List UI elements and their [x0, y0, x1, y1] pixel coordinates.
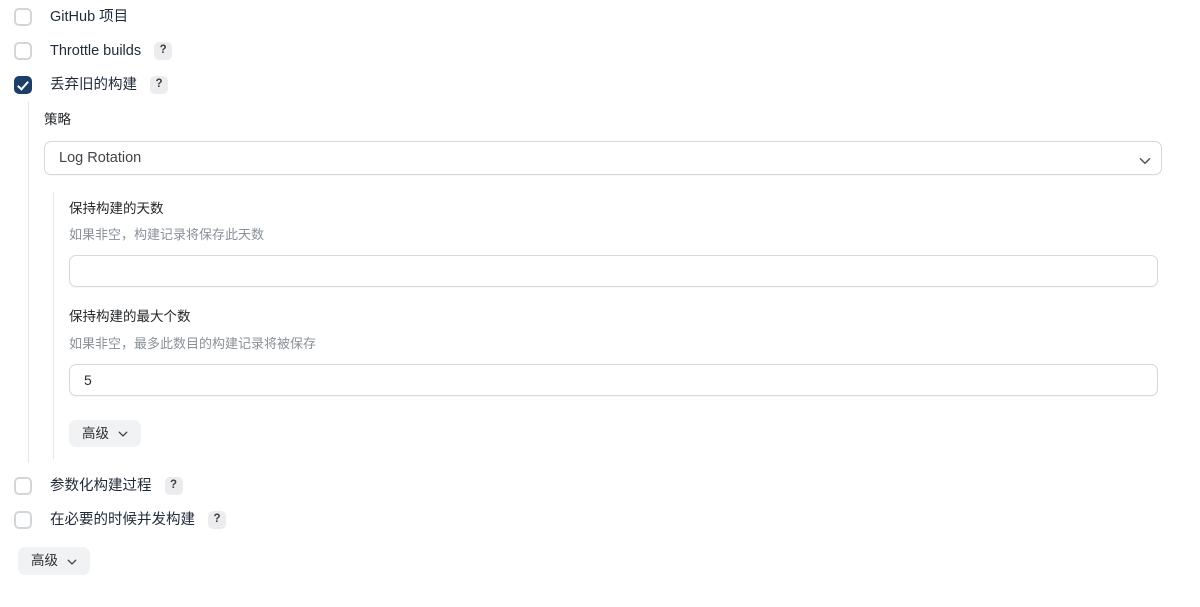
field-description-days-to-keep: 如果非空，构建记录将保存此天数	[69, 227, 265, 242]
chevron-down-icon	[67, 556, 77, 566]
field-days-to-keep: 保持构建的天数 如果非空，构建记录将保存此天数	[69, 200, 1200, 287]
strategy-select-wrapper[interactable]: Log Rotation	[44, 140, 1162, 175]
checkbox-row-concurrent-builds[interactable]: 在必要的时候并发构建 ?	[0, 503, 1200, 537]
field-label-max-builds-to-keep: 保持构建的最大个数	[69, 309, 191, 324]
checkbox-row-throttle-builds[interactable]: Throttle builds ?	[0, 34, 1200, 68]
checkbox-parameterized-build[interactable]	[14, 477, 32, 495]
advanced-button-row: 高级	[0, 547, 1200, 575]
strategy-select-value: Log Rotation	[59, 149, 142, 166]
checkbox-label-throttle-builds: Throttle builds	[50, 42, 142, 59]
help-icon-discard-old-builds[interactable]: ?	[150, 76, 168, 94]
checkbox-label-parameterized-build: 参数化构建过程	[50, 477, 152, 494]
help-icon-throttle-builds[interactable]: ?	[154, 42, 173, 60]
checkbox-label-concurrent-builds: 在必要的时候并发构建	[50, 511, 195, 528]
checkbox-row-parameterized-build[interactable]: 参数化构建过程 ?	[0, 469, 1200, 503]
log-rotation-fields: 保持构建的天数 如果非空，构建记录将保存此天数 保持构建的最大个数 如果非空，最…	[53, 191, 1200, 459]
field-description-max-builds-to-keep: 如果非空，最多此数目的构建记录将被保存	[69, 335, 317, 351]
checkbox-github-project[interactable]	[14, 8, 32, 26]
chevron-down-icon	[118, 428, 128, 438]
help-icon-parameterized-build[interactable]: ?	[164, 477, 183, 495]
advanced-button-log-rotation[interactable]: 高级	[69, 419, 141, 447]
field-max-builds-to-keep: 保持构建的最大个数 如果非空，最多此数目的构建记录将被保存 5	[69, 310, 1200, 396]
help-icon-concurrent-builds[interactable]: ?	[208, 511, 226, 529]
input-days-to-keep[interactable]	[69, 255, 1158, 287]
checkbox-row-github-project[interactable]: GitHub 项目	[0, 0, 1200, 34]
discard-old-builds-section: 策略 Log Rotation 保持构建的天数 如果非空，构建记录将保存此天数	[28, 102, 1200, 463]
job-config-form: GitHub 项目 Throttle builds ? 丢弃旧的构建 ? 策略 …	[0, 0, 1200, 607]
checkbox-label-github-project: GitHub 项目	[50, 8, 129, 25]
checkbox-concurrent-builds[interactable]	[14, 511, 32, 529]
field-label-days-to-keep: 保持构建的天数	[69, 200, 164, 216]
advanced-button-general[interactable]: 高级	[18, 547, 90, 575]
checkbox-row-discard-old-builds[interactable]: 丢弃旧的构建 ?	[0, 68, 1200, 102]
checkbox-label-discard-old-builds: 丢弃旧的构建	[50, 76, 137, 93]
checkbox-discard-old-builds[interactable]	[14, 76, 32, 94]
strategy-label: 策略	[44, 112, 71, 127]
input-max-builds-to-keep[interactable]: 5	[69, 363, 1158, 396]
strategy-select[interactable]: Log Rotation	[44, 140, 1162, 175]
advanced-button-log-rotation-label: 高级	[82, 425, 109, 441]
advanced-button-general-label: 高级	[31, 553, 58, 568]
checkbox-throttle-builds[interactable]	[14, 42, 32, 60]
